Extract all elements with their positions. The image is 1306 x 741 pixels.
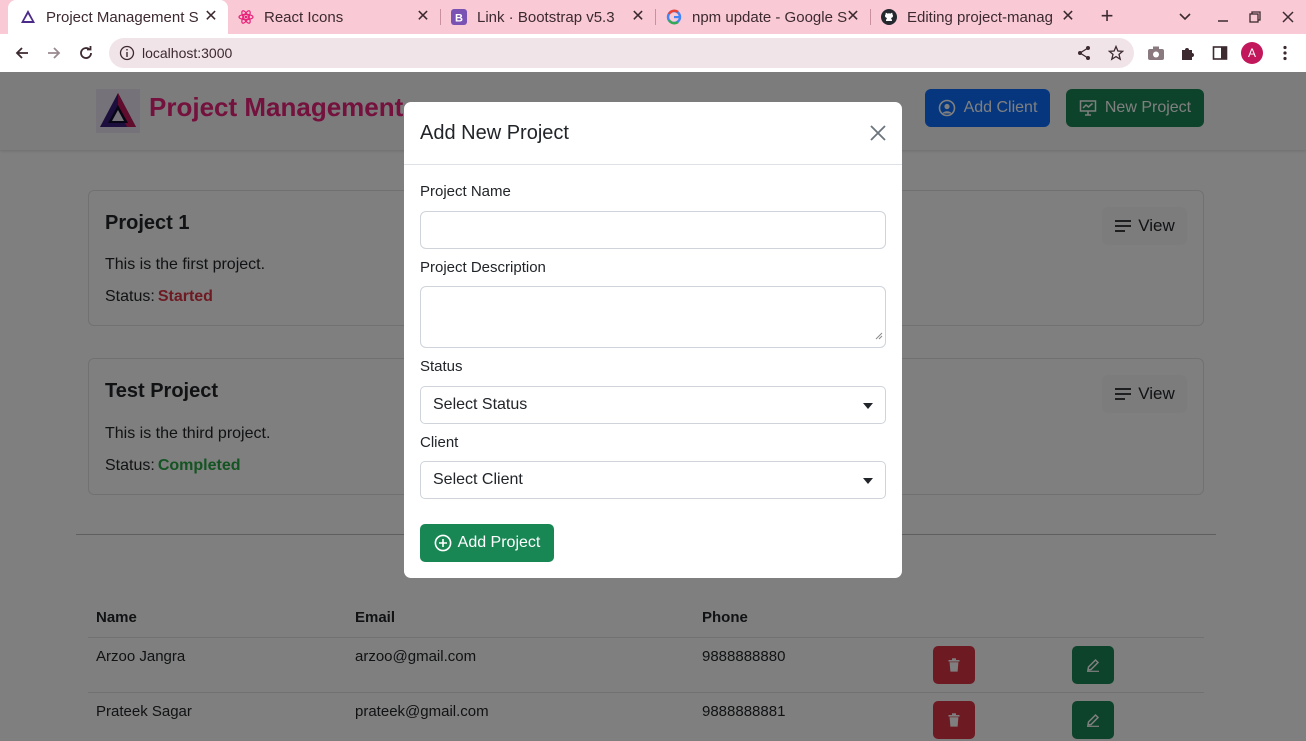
- tab-close-icon[interactable]: ✕: [202, 8, 220, 26]
- reload-icon[interactable]: [74, 41, 98, 65]
- modal-header: Add New Project: [404, 102, 902, 165]
- chevron-down-icon: [863, 403, 873, 409]
- modal-title: Add New Project: [420, 122, 569, 144]
- side-panel-icon[interactable]: [1210, 43, 1230, 63]
- resize-handle-icon[interactable]: [875, 327, 883, 345]
- project-description-textarea[interactable]: [420, 286, 886, 348]
- client-select-value: Select Client: [433, 471, 523, 488]
- add-project-modal: Add New Project Project Name Project Des…: [404, 102, 902, 578]
- page-viewport: Project Management Add Client New Projec…: [0, 72, 1306, 741]
- browser-tab-github[interactable]: Editing project-manag ✕: [871, 0, 1085, 34]
- browser-tab-google[interactable]: npm update - Google S ✕: [656, 0, 870, 34]
- close-window-icon[interactable]: [1277, 6, 1299, 28]
- tab-close-icon[interactable]: ✕: [844, 8, 862, 26]
- browser-tab-project-management[interactable]: Project Management S ✕: [8, 0, 228, 34]
- new-tab-plus-icon[interactable]: +: [1096, 5, 1118, 28]
- address-bar[interactable]: localhost:3000: [109, 38, 1134, 68]
- browser-tab-bootstrap[interactable]: B Link · Bootstrap v5.3 ✕: [441, 0, 655, 34]
- browser-tab-react-icons[interactable]: React Icons ✕: [228, 0, 440, 34]
- tab-close-icon[interactable]: ✕: [414, 8, 432, 26]
- tab-search-chevron-icon[interactable]: [1174, 6, 1196, 28]
- bootstrap-icon: B: [451, 9, 467, 25]
- screenshot-camera-icon[interactable]: [1146, 43, 1166, 63]
- client-label: Client: [420, 434, 459, 451]
- project-name-input[interactable]: [420, 211, 886, 249]
- browser-tab-bar: Project Management S ✕ React Icons ✕ B L…: [0, 0, 1306, 34]
- project-name-label: Project Name: [420, 183, 511, 200]
- browser-toolbar: localhost:3000 A: [0, 34, 1306, 72]
- tab-title: Project Management S: [46, 8, 198, 26]
- tab-close-icon[interactable]: ✕: [629, 8, 647, 26]
- plus-circle-icon: [434, 534, 452, 552]
- share-icon[interactable]: [1075, 44, 1093, 62]
- close-icon[interactable]: [868, 123, 888, 143]
- tab-title: npm update - Google S: [692, 8, 848, 26]
- tab-title: Link · Bootstrap v5.3: [477, 8, 615, 26]
- tab-title: React Icons: [264, 8, 344, 26]
- back-arrow-icon[interactable]: [10, 41, 34, 65]
- project-description-label: Project Description: [420, 259, 546, 276]
- status-select[interactable]: Select Status: [420, 386, 886, 424]
- svg-text:B: B: [455, 13, 463, 25]
- client-select[interactable]: Select Client: [420, 461, 886, 499]
- tab-close-icon[interactable]: ✕: [1059, 8, 1077, 26]
- forward-arrow-icon[interactable]: [42, 41, 66, 65]
- add-project-label: Add Project: [457, 534, 541, 551]
- status-label: Status: [420, 358, 463, 375]
- status-select-value: Select Status: [433, 396, 528, 413]
- extensions-puzzle-icon[interactable]: [1178, 43, 1198, 63]
- site-info-icon[interactable]: [119, 45, 135, 66]
- minimize-icon[interactable]: [1212, 6, 1234, 28]
- profile-avatar[interactable]: A: [1241, 42, 1263, 64]
- github-icon: [881, 9, 897, 25]
- restore-icon[interactable]: [1244, 6, 1266, 28]
- tab-title: Editing project-manag: [907, 8, 1053, 26]
- app-logo-icon: [20, 9, 36, 25]
- browser-menu-icon[interactable]: [1275, 43, 1295, 63]
- chevron-down-icon: [863, 478, 873, 484]
- bookmark-star-icon[interactable]: [1107, 44, 1125, 62]
- react-icon: [238, 9, 254, 25]
- url-text: localhost:3000: [142, 45, 233, 61]
- google-icon: [666, 9, 682, 25]
- add-project-button[interactable]: Add Project: [420, 524, 554, 562]
